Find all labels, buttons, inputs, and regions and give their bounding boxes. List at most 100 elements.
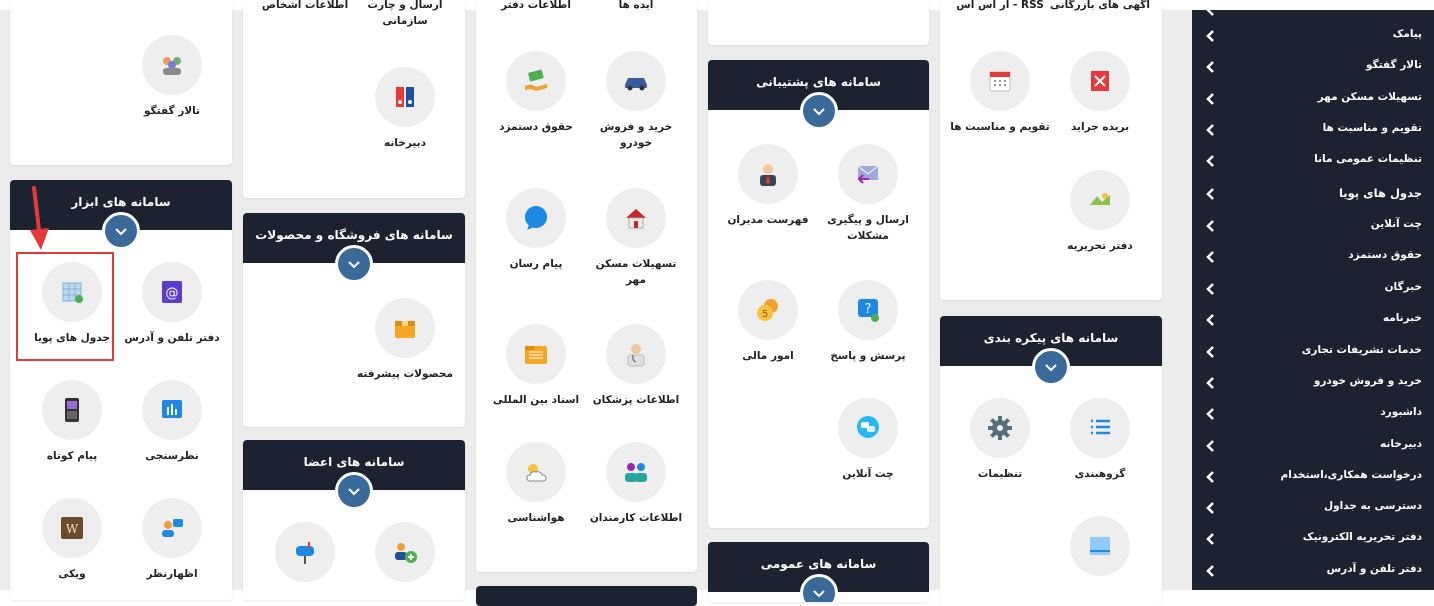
app-weather[interactable]: هواشناسی (486, 442, 586, 526)
app-label: دفتر تلفن و آدرس (124, 332, 220, 344)
app-label: پیام کوتاه (46, 450, 98, 462)
app-payroll[interactable]: حقوق دستمزد (486, 51, 586, 135)
sidebar-item-general-settings[interactable]: تنظیمات عمومی مانا (1192, 145, 1434, 176)
chevron-left-icon (1206, 61, 1214, 73)
app-add-members[interactable] (355, 522, 455, 582)
app-clippings[interactable]: بریده جراید (1050, 51, 1150, 135)
app-products[interactable]: محصولات پیشرفته (355, 298, 455, 382)
app-label: تنظیمات (977, 468, 1023, 480)
app-grouping[interactable]: گروهبندی (1050, 398, 1150, 482)
app-address-book[interactable]: @ دفتر تلفن و آدرس (122, 262, 222, 346)
sidebar-item-sms[interactable]: پیامک (1192, 20, 1434, 51)
app-managers-list[interactable]: فهرست مدیران (718, 144, 818, 228)
sidebar-item-payroll[interactable]: حقوق دستمزد (1192, 241, 1434, 272)
app-settings[interactable]: تنظیمات (950, 398, 1050, 482)
app-calendar[interactable]: تقویم و مناسبت ها (950, 51, 1050, 135)
chevron-left-icon (1206, 408, 1214, 420)
app-label: اسناد بین المللی (492, 394, 580, 406)
chevron-down-icon[interactable] (799, 574, 838, 602)
sidebar-item-label: خبرگان (1384, 281, 1422, 293)
scissors-icon (1070, 51, 1130, 111)
sidebar: پیامک تالار گفتگو تسهیلات مسکن مهر تقویم… (1192, 4, 1434, 590)
sidebar-item-secretariat[interactable]: دبیرخانه (1192, 430, 1434, 461)
app-label: پرسش و پاسخ (830, 350, 906, 362)
app-label: تقویم و مناسبت ها (950, 121, 1050, 133)
app-config-extra[interactable] (1050, 516, 1150, 576)
app-rss[interactable]: آر اس اس - RSS (950, 0, 1050, 13)
card-config: سامانه های پیکره بندی گروهبندی تنظیمات (940, 316, 1162, 606)
chevron-left-icon (1206, 565, 1214, 577)
chevron-down-icon[interactable] (1032, 348, 1070, 386)
app-ideas[interactable]: ایده ها (586, 0, 686, 13)
app-persons-info[interactable]: اطلاعات اشخاص (255, 0, 355, 13)
chevron-left-icon (1206, 440, 1214, 452)
app-ads[interactable]: آگهی های بازرگانی (1050, 0, 1150, 13)
chevron-down-icon[interactable] (102, 212, 140, 250)
card-bottom-stub (476, 586, 697, 606)
sidebar-item-label: تالار گفتگو (1365, 59, 1422, 71)
chevron-down-icon[interactable] (335, 472, 373, 510)
app-org-chart[interactable]: ارسال و چارت سازمانی (355, 0, 455, 29)
app-secretariat[interactable]: دبیرخانه (355, 67, 455, 151)
card-top-stub (708, 0, 929, 45)
add-users-icon (375, 522, 435, 582)
app-doctors-info[interactable]: اطلاعات پزشکان (586, 324, 686, 408)
app-label: آر اس اس - RSS (956, 0, 1044, 11)
app-car-trade[interactable]: خرید و فروش خودرو (586, 51, 686, 151)
app-wiki[interactable]: W ویکی (22, 498, 122, 582)
sidebar-item-dynamic-tables[interactable]: جدول های پویا (1192, 178, 1434, 209)
sidebar-item-experts[interactable]: خبرگان (1192, 273, 1434, 304)
app-comments[interactable]: اظهارنظر (122, 498, 222, 582)
app-office-info[interactable]: اطلاعات دفتر (486, 0, 586, 13)
app-sms[interactable]: پیام کوتاه (22, 380, 122, 464)
app-editorial[interactable]: دفتر تحریریه (1050, 170, 1150, 254)
app-intl-docs[interactable]: اسناد بین المللی (486, 324, 586, 408)
sidebar-item-newsletter[interactable]: خبرنامه (1192, 304, 1434, 335)
sidebar-item-top-partial[interactable] (1192, 0, 1434, 21)
sidebar-item-label: دسترسی به جداول (1324, 500, 1422, 512)
sidebar-item-calendar[interactable]: تقویم و مناسبت ها (1192, 114, 1434, 145)
chevron-down-icon[interactable] (799, 92, 838, 130)
app-survey[interactable]: نظرسنجی (122, 380, 222, 464)
app-employees-info[interactable]: اطلاعات کارمندان (586, 442, 686, 526)
sidebar-item-protocol-services[interactable]: خدمات تشریفات تجاری (1192, 336, 1434, 367)
sidebar-item-label: چت آنلاین (1370, 218, 1422, 230)
app-label: تالار گفتگو (143, 105, 201, 117)
sidebar-item-housing[interactable]: تسهیلات مسکن مهر (1192, 83, 1434, 114)
app-forum[interactable]: تالار گفتگو (122, 35, 222, 119)
sidebar-item-e-editorial[interactable]: دفتر تحریریه الکترونیک (1192, 523, 1434, 554)
app-faq[interactable]: ? پرسش و پاسخ (818, 280, 918, 364)
sidebar-item-dashboard[interactable]: داشبورد (1192, 398, 1434, 429)
app-housing-loan[interactable]: تسهیلات مسکن مهر (586, 188, 686, 288)
app-label: محصولات پیشرفته (357, 368, 453, 380)
app-label: فهرست مدیران (727, 214, 809, 226)
card-general: سامانه های عمومی (708, 542, 929, 602)
chevron-down-icon[interactable] (335, 245, 373, 283)
sidebar-item-recruitment[interactable]: درخواست همکاری،استخدام (1192, 461, 1434, 492)
gear-icon (970, 398, 1030, 458)
sidebar-item-car-trade[interactable]: خرید و فروش خودرو (1192, 367, 1434, 398)
at-sign-icon: @ (142, 262, 202, 322)
sidebar-item-online-chat[interactable]: چت آنلاین (1192, 210, 1434, 241)
sidebar-item-address-book[interactable]: دفتر تلفن و آدرس (1192, 555, 1434, 586)
sidebar-item-label: تسهیلات مسکن مهر (1317, 91, 1422, 103)
house-icon (606, 188, 666, 248)
sidebar-item-label: خدمات تشریفات تجاری (1301, 344, 1422, 356)
app-label: اطلاعات کارمندان (589, 512, 683, 524)
calendar-icon (970, 51, 1030, 111)
sidebar-item-table-access[interactable]: دسترسی به جداول (1192, 492, 1434, 523)
question-icon: ? (838, 280, 898, 340)
app-finance[interactable]: 5 امور مالی (718, 280, 818, 364)
chevron-left-icon (1206, 471, 1214, 483)
manager-icon (738, 144, 798, 204)
app-label: خرید و فروش خودرو (599, 121, 673, 149)
sidebar-item-label: حقوق دستمزد (1348, 249, 1422, 261)
app-online-chat[interactable]: چت آنلاین (818, 398, 918, 482)
app-issue-tracking[interactable]: ارسال و پیگیری مشکلات (818, 144, 918, 244)
forum-icon (142, 35, 202, 95)
app-mailbox[interactable] (255, 522, 355, 582)
chevron-left-icon (1206, 93, 1214, 105)
app-messenger[interactable]: پیام رسان (486, 188, 586, 272)
chevron-left-icon (1206, 346, 1214, 358)
sidebar-item-forum[interactable]: تالار گفتگو (1192, 51, 1434, 82)
